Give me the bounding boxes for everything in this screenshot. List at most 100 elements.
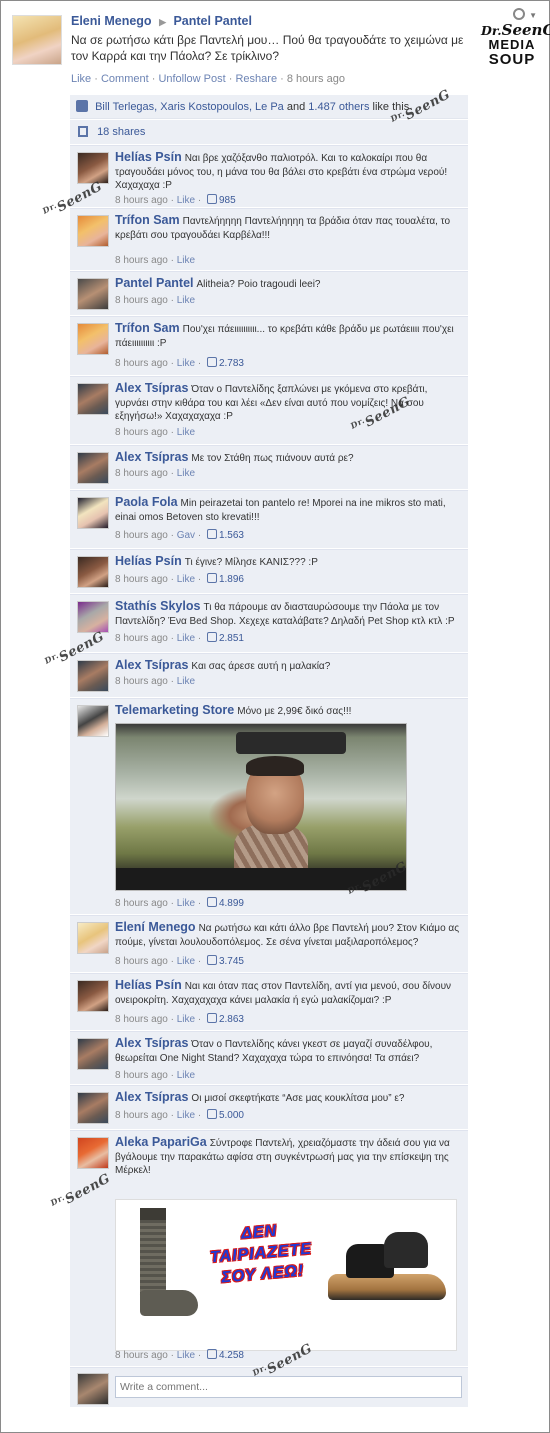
comment-like-count[interactable]: 1.896 — [219, 574, 244, 585]
comment-like-link[interactable]: Like — [177, 1070, 195, 1081]
comment-like-link[interactable]: Like — [177, 956, 195, 967]
chevron-down-icon[interactable]: ▼ — [529, 11, 537, 20]
comment-time: 8 hours ago — [115, 956, 168, 967]
commenter-avatar[interactable] — [77, 323, 109, 355]
comment-like-link[interactable]: Like — [177, 676, 195, 687]
likes-others-link[interactable]: 1.487 others — [308, 101, 369, 113]
likes-and: and — [286, 101, 306, 113]
sock-band — [140, 1208, 166, 1220]
comment-like-link[interactable]: Like — [177, 633, 195, 644]
poster-avatar[interactable] — [12, 15, 62, 65]
comment-like-count[interactable]: 3.745 — [219, 956, 244, 967]
commenter-name[interactable]: Alex Tsípras — [115, 450, 188, 464]
comment-like-count[interactable]: 4.899 — [219, 898, 244, 909]
commenter-name[interactable]: Trífon Sam — [115, 321, 180, 335]
commenter-name[interactable]: Aleka PapariGa — [115, 1135, 207, 1149]
comment-meta: 8 hours ago · Like — [115, 1070, 196, 1081]
commenter-avatar[interactable] — [77, 497, 109, 529]
comment-body: Paola Fola Min peirazetai ton pantelo re!… — [115, 495, 460, 524]
commenter-avatar[interactable] — [77, 215, 109, 247]
commenter-avatar[interactable] — [77, 556, 109, 588]
commenter-avatar[interactable] — [77, 1038, 109, 1070]
comment-link[interactable]: Comment — [101, 73, 149, 85]
poster-slogan: ΔΕΝ ΤΑΙΡΙΑΖΕΤΕ ΣΟΥ ΛΕΩ! — [203, 1217, 318, 1289]
commenter-name[interactable]: Alex Tsípras — [115, 1036, 188, 1050]
commenter-avatar[interactable] — [77, 278, 109, 310]
share-icon — [78, 126, 88, 137]
comment-item: Alex Tsípras Με τον Στάθη πως πιάνουν αυτ… — [70, 445, 468, 489]
commenter-avatar[interactable] — [77, 705, 109, 737]
comment-time: 8 hours ago — [115, 676, 168, 687]
commenter-name[interactable]: Alex Tsípras — [115, 1090, 188, 1104]
commenter-name[interactable]: Telemarketing Store — [115, 703, 234, 717]
viewer-avatar[interactable] — [77, 1373, 109, 1405]
comment-like-count[interactable]: 2.851 — [219, 633, 244, 644]
comment-input[interactable] — [115, 1376, 462, 1398]
comment-like-link[interactable]: Like — [177, 358, 195, 369]
commenter-avatar[interactable] — [77, 452, 109, 484]
comment-like-count[interactable]: 985 — [219, 195, 236, 206]
commenter-name[interactable]: Alex Tsípras — [115, 381, 188, 395]
comment-like-count[interactable]: 2.863 — [219, 1014, 244, 1025]
reshare-link[interactable]: Reshare — [235, 73, 277, 85]
arrow-right-icon: ▶ — [159, 17, 166, 27]
comment-like-link[interactable]: Like — [177, 1014, 195, 1025]
comment-gav-link[interactable]: Gav — [177, 530, 195, 541]
commenter-name[interactable]: Trífon Sam — [115, 213, 180, 227]
comment-meta: 8 hours ago · Like · 2.783 — [115, 357, 244, 369]
commenter-name[interactable]: Stathís Skylos — [115, 599, 200, 613]
comment-meta: 8 hours ago · Like · 4.899 — [115, 897, 244, 909]
unfollow-post-link[interactable]: Unfollow Post — [158, 73, 225, 85]
comment-body: Stathís Skylos Τι θα πάρουμε αν διασταυρώ… — [115, 599, 460, 628]
comment-like-count[interactable]: 4.258 — [219, 1350, 244, 1361]
comment-body: Alex Tsípras Όταν ο Παντελίδης κάνει γκεσ… — [115, 1036, 460, 1065]
comment-meta: 8 hours ago · Like — [115, 295, 196, 306]
comment-like-link[interactable]: Like — [177, 295, 195, 306]
commenter-avatar[interactable] — [77, 1137, 109, 1169]
commenter-avatar[interactable] — [77, 660, 109, 692]
comment-like-link[interactable]: Like — [177, 1350, 195, 1361]
likers-names[interactable]: Bill Terlegas, Xaris Kostopoulos, Le Pa — [95, 101, 284, 113]
comment-like-count[interactable]: 2.783 — [219, 358, 244, 369]
shares-link[interactable]: 18 shares — [97, 126, 145, 138]
comment-like-link[interactable]: Like — [177, 255, 195, 266]
globe-icon[interactable] — [513, 8, 525, 20]
post-author-link[interactable]: Eleni Menego — [71, 14, 152, 28]
commenter-name[interactable]: Elení Menego — [115, 920, 196, 934]
comment-item: Alex Tsípras Όταν ο Παντελίδης κάνει γκεσ… — [70, 1031, 468, 1084]
comment-item: Pantel Pantel Alitheia? Poio tragoudi lee… — [70, 271, 468, 315]
commenter-name[interactable]: Helías Psín — [115, 978, 182, 992]
commenter-name[interactable]: Paola Fola — [115, 495, 178, 509]
commenter-name[interactable]: Helías Psín — [115, 554, 182, 568]
commenter-avatar[interactable] — [77, 383, 109, 415]
comment-like-link[interactable]: Like — [177, 1110, 195, 1121]
commenter-avatar[interactable] — [77, 601, 109, 633]
comment-like-count[interactable]: 5.000 — [219, 1110, 244, 1121]
commenter-name[interactable]: Alex Tsípras — [115, 658, 188, 672]
comment-like-link[interactable]: Like — [177, 468, 195, 479]
post-target-link[interactable]: Pantel Pantel — [173, 14, 252, 28]
comment-time: 8 hours ago — [115, 195, 168, 206]
comment-body: Alex Tsípras Οι μισοί σκεφτήκατε “Ασε μας… — [115, 1090, 460, 1106]
thumbs-up-icon — [206, 357, 217, 367]
sock-illustration — [130, 1208, 198, 1343]
comment-meta: 8 hours ago · Like · 2.863 — [115, 1013, 244, 1025]
comment-like-link[interactable]: Like — [177, 427, 195, 438]
poster-image[interactable]: ΔΕΝ ΤΑΙΡΙΑΖΕΤΕ ΣΟΥ ΛΕΩ! — [115, 1199, 457, 1351]
comment-like-count[interactable]: 1.563 — [219, 530, 244, 541]
comment-like-link[interactable]: Like — [177, 574, 195, 585]
comment-text: Οι μισοί σκεφτήκατε “Ασε μας κουκλίτσα μ… — [191, 1093, 405, 1104]
comment-like-link[interactable]: Like — [177, 898, 195, 909]
commenter-name[interactable]: Helías Psín — [115, 150, 182, 164]
commenter-name[interactable]: Pantel Pantel — [115, 276, 194, 290]
comment-like-link[interactable]: Like — [177, 195, 195, 206]
thumbs-up-icon — [206, 897, 217, 907]
comment-item: Alex Tsípras Και σας άρεσε αυτή η μαλακία… — [70, 653, 468, 697]
thumbs-up-icon — [206, 573, 217, 583]
comment-time: 8 hours ago — [115, 358, 168, 369]
commenter-avatar[interactable] — [77, 1092, 109, 1124]
commenter-avatar[interactable] — [77, 980, 109, 1012]
like-link[interactable]: Like — [71, 73, 91, 85]
commenter-avatar[interactable] — [77, 922, 109, 954]
windshield-photo[interactable] — [115, 723, 407, 891]
